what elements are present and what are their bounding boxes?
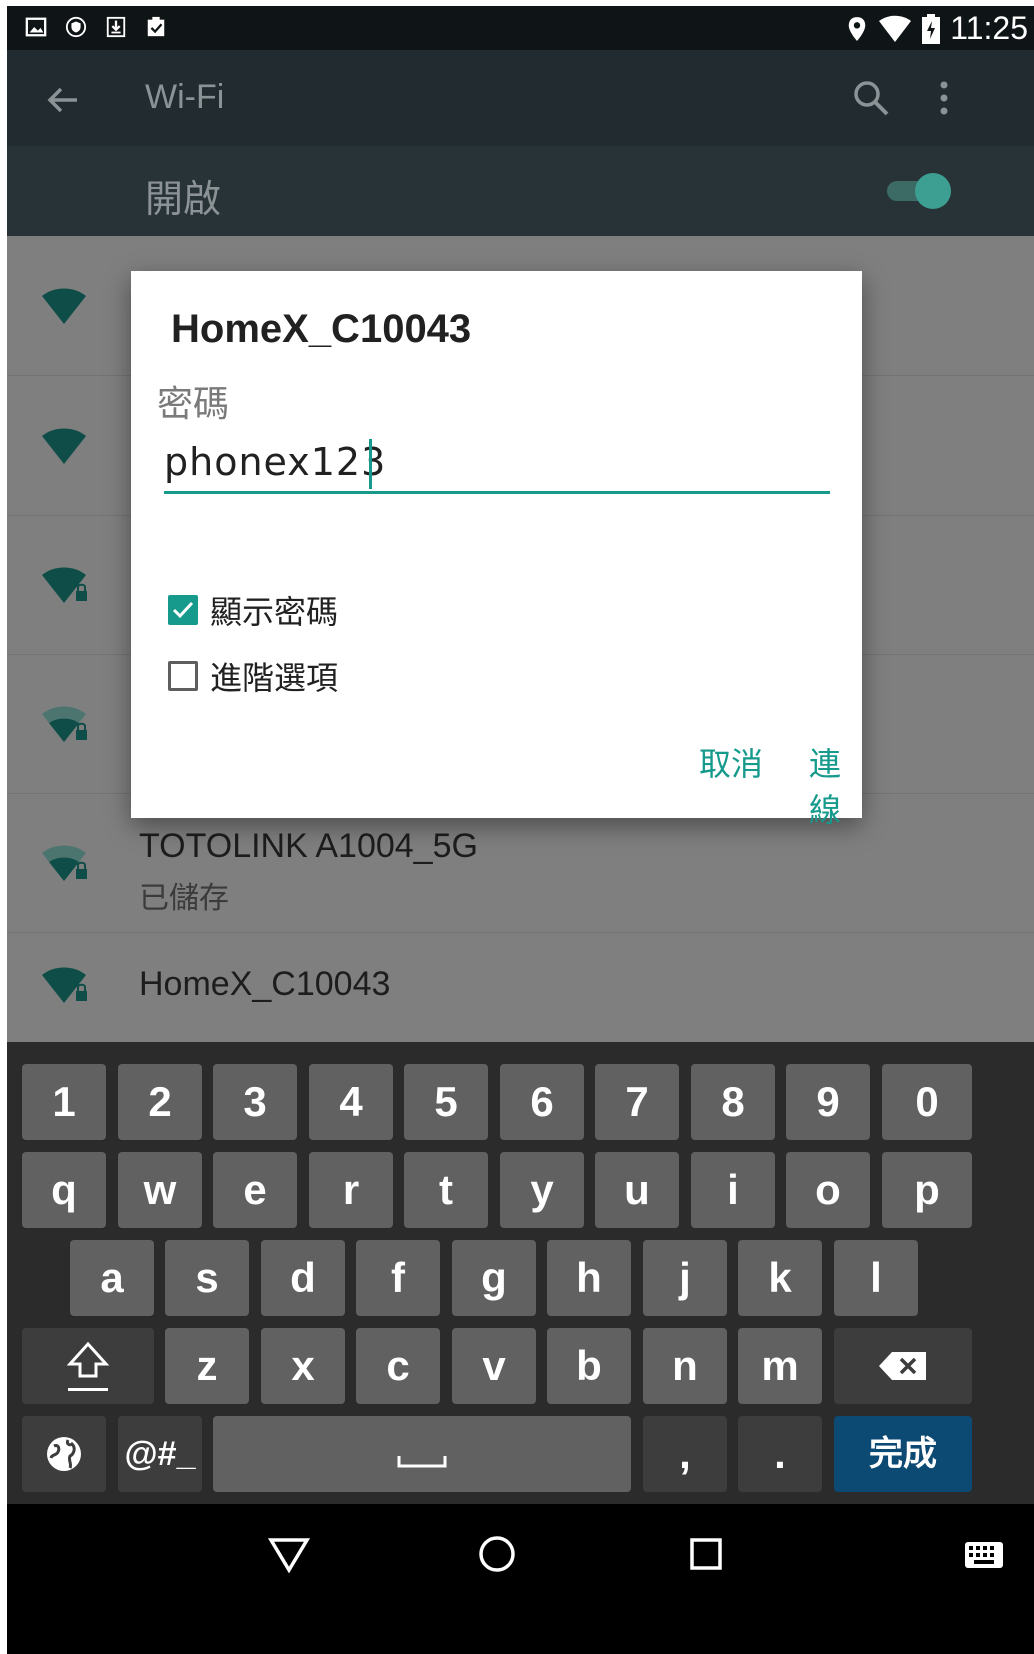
battery-charging-icon xyxy=(922,13,941,44)
backspace-icon xyxy=(879,1352,926,1380)
key-9[interactable]: 9 xyxy=(786,1064,870,1140)
download-icon xyxy=(106,16,126,38)
shift-icon xyxy=(66,1341,110,1391)
key-s[interactable]: s xyxy=(165,1240,249,1316)
key-4[interactable]: 4 xyxy=(309,1064,393,1140)
wifi-lock-icon xyxy=(42,967,87,1003)
key-2[interactable]: 2 xyxy=(118,1064,202,1140)
dialog-title: HomeX_C10043 xyxy=(171,307,472,351)
wifi-lock-icon xyxy=(42,567,87,603)
key-r[interactable]: r xyxy=(309,1152,393,1228)
key-0[interactable]: 0 xyxy=(882,1064,972,1140)
network-name: TOTOLINK A1004_5G xyxy=(139,827,478,865)
clipboard-check-icon xyxy=(147,16,165,37)
wifi-lock-icon xyxy=(42,845,87,881)
back-triangle-icon[interactable] xyxy=(267,1532,311,1576)
checkbox-checked-icon[interactable] xyxy=(168,595,198,625)
key-y[interactable]: y xyxy=(500,1152,584,1228)
search-icon[interactable] xyxy=(849,76,893,120)
key-z[interactable]: z xyxy=(165,1328,249,1404)
key-f[interactable]: f xyxy=(356,1240,440,1316)
cancel-button[interactable]: 取消 xyxy=(699,739,763,785)
page-title: Wi-Fi xyxy=(145,78,225,116)
backspace-key[interactable] xyxy=(834,1328,972,1404)
key-b[interactable]: b xyxy=(547,1328,631,1404)
wifi-signal-icon xyxy=(42,428,86,464)
connect-button[interactable]: 連線 xyxy=(809,739,862,831)
key-p[interactable]: p xyxy=(882,1152,972,1228)
space-bar-icon xyxy=(397,1456,447,1468)
key-6[interactable]: 6 xyxy=(500,1064,584,1140)
checkbox-unchecked-icon[interactable] xyxy=(168,661,198,691)
key-d[interactable]: d xyxy=(261,1240,345,1316)
show-password-option[interactable]: 顯示密碼 xyxy=(168,587,338,633)
period-key[interactable]: . xyxy=(738,1416,822,1492)
wifi-switch[interactable] xyxy=(887,173,957,209)
shift-key[interactable] xyxy=(22,1328,154,1404)
key-v[interactable]: v xyxy=(452,1328,536,1404)
key-u[interactable]: u xyxy=(595,1152,679,1228)
text-cursor xyxy=(369,439,372,489)
key-c[interactable]: c xyxy=(356,1328,440,1404)
space-key[interactable] xyxy=(213,1416,631,1492)
key-w[interactable]: w xyxy=(118,1152,202,1228)
wifi-toggle-row[interactable]: 開啟 xyxy=(7,146,1034,236)
image-icon xyxy=(25,17,47,37)
key-7[interactable]: 7 xyxy=(595,1064,679,1140)
key-t[interactable]: t xyxy=(404,1152,488,1228)
key-8[interactable]: 8 xyxy=(691,1064,775,1140)
advanced-options-option[interactable]: 進階選項 xyxy=(168,653,338,699)
language-key[interactable] xyxy=(22,1416,106,1492)
more-vert-icon[interactable] xyxy=(922,76,966,120)
key-e[interactable]: e xyxy=(213,1152,297,1228)
key-o[interactable]: o xyxy=(786,1152,870,1228)
network-status: 已儲存 xyxy=(139,882,229,915)
key-i[interactable]: i xyxy=(691,1152,775,1228)
comma-key[interactable]: , xyxy=(643,1416,727,1492)
recents-square-icon[interactable] xyxy=(684,1532,728,1576)
status-time: 11:25 xyxy=(950,10,1028,46)
password-input[interactable] xyxy=(164,433,830,494)
key-k[interactable]: k xyxy=(738,1240,822,1316)
advanced-options-label: 進階選項 xyxy=(210,660,339,696)
device-screen: 11:25 Wi-Fi 開啟 TOTOLINK A1004_5G 已儲存 Hom… xyxy=(7,6,1034,1654)
key-n[interactable]: n xyxy=(643,1328,727,1404)
key-1[interactable]: 1 xyxy=(22,1064,106,1140)
soft-keyboard: 1 2 3 4 5 6 7 8 9 0 q w e r t y u i o p … xyxy=(7,1042,1034,1504)
key-h[interactable]: h xyxy=(547,1240,631,1316)
key-l[interactable]: l xyxy=(834,1240,918,1316)
symbols-key[interactable]: @#_ xyxy=(118,1416,202,1492)
app-bar: Wi-Fi xyxy=(7,50,1034,146)
wifi-password-dialog: HomeX_C10043 密碼 顯示密碼 進階選項 取消 連線 xyxy=(131,271,862,828)
key-q[interactable]: q xyxy=(22,1152,106,1228)
location-icon xyxy=(849,16,866,41)
key-x[interactable]: x xyxy=(261,1328,345,1404)
navigation-bar xyxy=(7,1504,1034,1654)
wifi-toggle-label: 開啟 xyxy=(145,179,222,221)
status-bar: 11:25 xyxy=(7,6,1034,50)
globe-icon xyxy=(47,1437,81,1471)
home-circle-icon[interactable] xyxy=(475,1532,519,1576)
wifi-lock-icon xyxy=(42,706,87,742)
switch-thumb xyxy=(915,173,951,209)
key-3[interactable]: 3 xyxy=(213,1064,297,1140)
shield-icon xyxy=(65,16,87,38)
done-key[interactable]: 完成 xyxy=(834,1416,972,1492)
password-label: 密碼 xyxy=(157,383,230,424)
network-name: HomeX_C10043 xyxy=(139,965,391,1003)
key-j[interactable]: j xyxy=(643,1240,727,1316)
key-5[interactable]: 5 xyxy=(404,1064,488,1140)
wifi-icon xyxy=(879,15,912,42)
show-password-label: 顯示密碼 xyxy=(210,594,339,630)
key-a[interactable]: a xyxy=(70,1240,154,1316)
key-g[interactable]: g xyxy=(452,1240,536,1316)
key-m[interactable]: m xyxy=(738,1328,822,1404)
back-arrow-icon[interactable] xyxy=(41,78,85,122)
keyboard-icon[interactable] xyxy=(962,1532,1006,1576)
wifi-signal-icon xyxy=(42,288,86,324)
